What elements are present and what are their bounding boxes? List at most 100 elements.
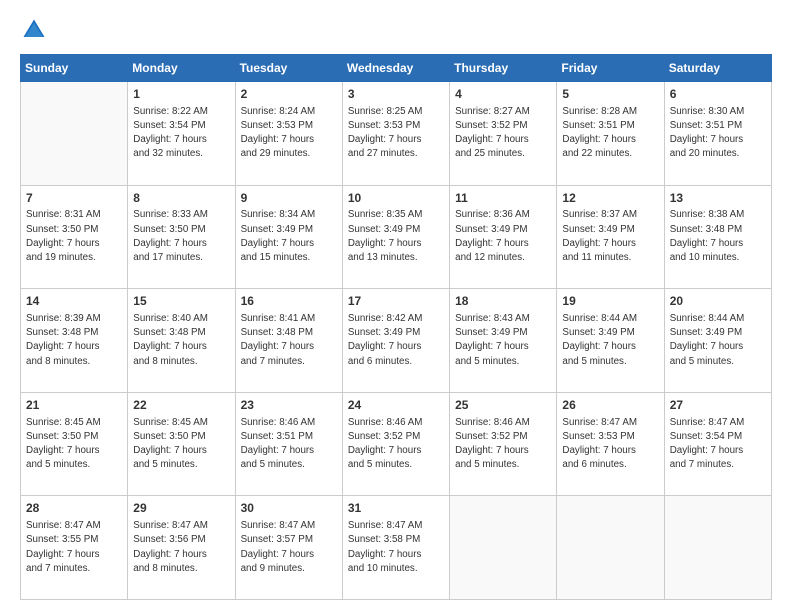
day-info: Sunrise: 8:46 AM Sunset: 3:51 PM Dayligh…: [241, 416, 337, 473]
calendar-cell: 11Sunrise: 8:36 AM Sunset: 3:49 PM Dayli…: [450, 185, 557, 289]
day-number: 30: [241, 500, 337, 517]
day-number: 8: [133, 190, 229, 207]
calendar-table: SundayMondayTuesdayWednesdayThursdayFrid…: [20, 54, 772, 600]
calendar-cell: 10Sunrise: 8:35 AM Sunset: 3:49 PM Dayli…: [342, 185, 449, 289]
day-info: Sunrise: 8:37 AM Sunset: 3:49 PM Dayligh…: [562, 208, 658, 265]
weekday-header-monday: Monday: [128, 55, 235, 82]
day-number: 23: [241, 397, 337, 414]
day-number: 9: [241, 190, 337, 207]
calendar-cell: 7Sunrise: 8:31 AM Sunset: 3:50 PM Daylig…: [21, 185, 128, 289]
day-info: Sunrise: 8:44 AM Sunset: 3:49 PM Dayligh…: [670, 312, 766, 369]
calendar-cell: 29 Sunrise: 8:47 AM Sunset: 3:56 PM Dayli…: [128, 496, 235, 600]
day-number: 21: [26, 397, 122, 414]
day-number: 24: [348, 397, 444, 414]
day-number: 29: [133, 500, 229, 517]
calendar-cell: [664, 496, 771, 600]
day-info: Sunrise: 8:43 AM Sunset: 3:49 PM Dayligh…: [455, 312, 551, 369]
day-number: 5: [562, 86, 658, 103]
week-row-0: 1 Sunrise: 8:22 AM Sunset: 3:54 PM Daylig…: [21, 82, 772, 186]
day-info: Sunrise: 8:47 AM Sunset: 3:54 PM Dayligh…: [670, 416, 766, 473]
day-info: Sunrise: 8:47 AM Sunset: 3:53 PM Dayligh…: [562, 416, 658, 473]
day-info: Sunrise: 8:45 AM Sunset: 3:50 PM Dayligh…: [26, 416, 122, 473]
day-info: Sunrise: 8:39 AM Sunset: 3:48 PM Dayligh…: [26, 312, 122, 369]
calendar-cell: 15Sunrise: 8:40 AM Sunset: 3:48 PM Dayli…: [128, 289, 235, 393]
calendar-cell: 28 Sunrise: 8:47 AM Sunset: 3:55 PM Dayli…: [21, 496, 128, 600]
day-number: 6: [670, 86, 766, 103]
calendar-body: 1 Sunrise: 8:22 AM Sunset: 3:54 PM Daylig…: [21, 82, 772, 600]
page: SundayMondayTuesdayWednesdayThursdayFrid…: [0, 0, 792, 612]
calendar-cell: 27 Sunrise: 8:47 AM Sunset: 3:54 PM Dayli…: [664, 392, 771, 496]
day-info: Sunrise: 8:47 AM Sunset: 3:57 PM Dayligh…: [241, 519, 337, 576]
day-number: 3: [348, 86, 444, 103]
day-number: 18: [455, 293, 551, 310]
day-info: Sunrise: 8:41 AM Sunset: 3:48 PM Dayligh…: [241, 312, 337, 369]
week-row-1: 7Sunrise: 8:31 AM Sunset: 3:50 PM Daylig…: [21, 185, 772, 289]
calendar-cell: 8Sunrise: 8:33 AM Sunset: 3:50 PM Daylig…: [128, 185, 235, 289]
calendar-cell: 31 Sunrise: 8:47 AM Sunset: 3:58 PM Dayli…: [342, 496, 449, 600]
calendar-cell: [450, 496, 557, 600]
calendar-cell: 17Sunrise: 8:42 AM Sunset: 3:49 PM Dayli…: [342, 289, 449, 393]
day-info: Sunrise: 8:27 AM Sunset: 3:52 PM Dayligh…: [455, 105, 551, 162]
calendar-cell: 3Sunrise: 8:25 AM Sunset: 3:53 PM Daylig…: [342, 82, 449, 186]
day-info: Sunrise: 8:22 AM Sunset: 3:54 PM Dayligh…: [133, 105, 229, 162]
day-info: Sunrise: 8:47 AM Sunset: 3:55 PM Dayligh…: [26, 519, 122, 576]
logo: [20, 16, 52, 44]
day-number: 19: [562, 293, 658, 310]
day-info: Sunrise: 8:47 AM Sunset: 3:56 PM Dayligh…: [133, 519, 229, 576]
day-number: 1: [133, 86, 229, 103]
day-info: Sunrise: 8:31 AM Sunset: 3:50 PM Dayligh…: [26, 208, 122, 265]
calendar-cell: 1 Sunrise: 8:22 AM Sunset: 3:54 PM Daylig…: [128, 82, 235, 186]
day-number: 7: [26, 190, 122, 207]
day-number: 2: [241, 86, 337, 103]
header: [20, 16, 772, 44]
calendar-cell: 5 Sunrise: 8:28 AM Sunset: 3:51 PM Daylig…: [557, 82, 664, 186]
day-number: 17: [348, 293, 444, 310]
day-number: 22: [133, 397, 229, 414]
calendar-cell: 19 Sunrise: 8:44 AM Sunset: 3:49 PM Dayli…: [557, 289, 664, 393]
day-number: 16: [241, 293, 337, 310]
day-number: 27: [670, 397, 766, 414]
day-info: Sunrise: 8:28 AM Sunset: 3:51 PM Dayligh…: [562, 105, 658, 162]
day-info: Sunrise: 8:46 AM Sunset: 3:52 PM Dayligh…: [455, 416, 551, 473]
day-info: Sunrise: 8:40 AM Sunset: 3:48 PM Dayligh…: [133, 312, 229, 369]
day-number: 11: [455, 190, 551, 207]
calendar-cell: 4Sunrise: 8:27 AM Sunset: 3:52 PM Daylig…: [450, 82, 557, 186]
weekday-header-saturday: Saturday: [664, 55, 771, 82]
logo-icon: [20, 16, 48, 44]
calendar-cell: 22 Sunrise: 8:45 AM Sunset: 3:50 PM Dayli…: [128, 392, 235, 496]
calendar-cell: 25 Sunrise: 8:46 AM Sunset: 3:52 PM Dayli…: [450, 392, 557, 496]
calendar-cell: 6 Sunrise: 8:30 AM Sunset: 3:51 PM Daylig…: [664, 82, 771, 186]
weekday-header-thursday: Thursday: [450, 55, 557, 82]
calendar-cell: 9Sunrise: 8:34 AM Sunset: 3:49 PM Daylig…: [235, 185, 342, 289]
week-row-2: 14 Sunrise: 8:39 AM Sunset: 3:48 PM Dayli…: [21, 289, 772, 393]
day-info: Sunrise: 8:44 AM Sunset: 3:49 PM Dayligh…: [562, 312, 658, 369]
day-number: 28: [26, 500, 122, 517]
week-row-4: 28 Sunrise: 8:47 AM Sunset: 3:55 PM Dayli…: [21, 496, 772, 600]
day-info: Sunrise: 8:30 AM Sunset: 3:51 PM Dayligh…: [670, 105, 766, 162]
calendar-cell: 16 Sunrise: 8:41 AM Sunset: 3:48 PM Dayli…: [235, 289, 342, 393]
day-number: 13: [670, 190, 766, 207]
day-info: Sunrise: 8:45 AM Sunset: 3:50 PM Dayligh…: [133, 416, 229, 473]
day-info: Sunrise: 8:35 AM Sunset: 3:49 PM Dayligh…: [348, 208, 444, 265]
day-number: 25: [455, 397, 551, 414]
day-number: 31: [348, 500, 444, 517]
calendar-header: SundayMondayTuesdayWednesdayThursdayFrid…: [21, 55, 772, 82]
calendar-cell: 13Sunrise: 8:38 AM Sunset: 3:48 PM Dayli…: [664, 185, 771, 289]
calendar-cell: 24 Sunrise: 8:46 AM Sunset: 3:52 PM Dayli…: [342, 392, 449, 496]
calendar-cell: 30 Sunrise: 8:47 AM Sunset: 3:57 PM Dayli…: [235, 496, 342, 600]
weekday-header-sunday: Sunday: [21, 55, 128, 82]
day-number: 14: [26, 293, 122, 310]
day-info: Sunrise: 8:46 AM Sunset: 3:52 PM Dayligh…: [348, 416, 444, 473]
calendar-cell: 12Sunrise: 8:37 AM Sunset: 3:49 PM Dayli…: [557, 185, 664, 289]
calendar-cell: 23 Sunrise: 8:46 AM Sunset: 3:51 PM Dayli…: [235, 392, 342, 496]
calendar-cell: 20Sunrise: 8:44 AM Sunset: 3:49 PM Dayli…: [664, 289, 771, 393]
day-number: 12: [562, 190, 658, 207]
weekday-header-friday: Friday: [557, 55, 664, 82]
weekday-header-wednesday: Wednesday: [342, 55, 449, 82]
week-row-3: 21 Sunrise: 8:45 AM Sunset: 3:50 PM Dayli…: [21, 392, 772, 496]
calendar-cell: 18 Sunrise: 8:43 AM Sunset: 3:49 PM Dayli…: [450, 289, 557, 393]
day-info: Sunrise: 8:34 AM Sunset: 3:49 PM Dayligh…: [241, 208, 337, 265]
weekday-header-tuesday: Tuesday: [235, 55, 342, 82]
day-info: Sunrise: 8:47 AM Sunset: 3:58 PM Dayligh…: [348, 519, 444, 576]
calendar-cell: [21, 82, 128, 186]
